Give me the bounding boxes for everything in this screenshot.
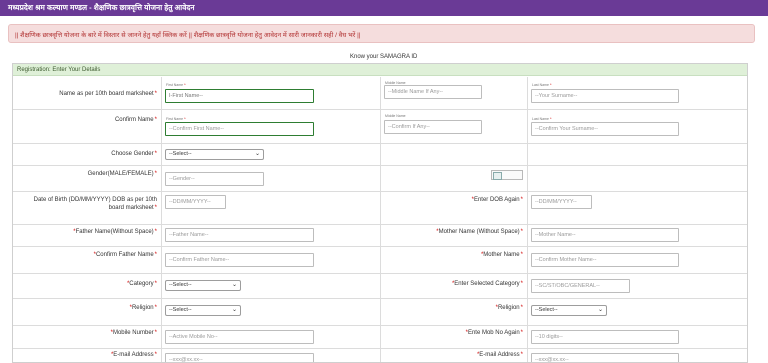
father-name-input[interactable]: --Father Name--: [165, 228, 314, 242]
header-bar: मध्यप्रदेश श्रम कल्याण मण्डल - शैक्षणिक …: [0, 0, 768, 16]
religion-again-select[interactable]: --Select-- ⌄: [531, 305, 607, 316]
confirm-name-label: Confirm Name*: [114, 117, 157, 123]
choose-gender-label: Choose Gender*: [111, 151, 157, 157]
confirm-father-input[interactable]: --Confirm Father Name--: [165, 253, 314, 267]
email-again-input[interactable]: --xxx@xx.xx--: [531, 353, 679, 362]
row-category: *Category* --Select-- ⌄ *Enter Selected C…: [13, 274, 747, 299]
chevron-down-icon: ⌄: [231, 307, 237, 313]
religion-label: *Religion*: [129, 305, 157, 311]
row-dob: Date of Birth (DD/MM/YYYY) DOB as per 10…: [13, 192, 747, 225]
confirm-mother-label: *Mother Name*: [480, 252, 523, 258]
mobile-again-label: *Ente Mob No Again*: [465, 330, 523, 336]
broken-image-icon: [491, 170, 523, 180]
gender-label: Gender(MALE/FEMALE)*: [87, 171, 157, 177]
selected-category-label: *Enter Selected Category*: [451, 281, 523, 287]
father-name-label: *Father Name(Without Space)*: [73, 229, 157, 235]
middle-name-input[interactable]: --Middle Name If Any--: [384, 85, 482, 99]
row-choose-gender: Choose Gender* --Select-- ⌄: [13, 144, 747, 166]
mobile-again-input[interactable]: --10 digits--: [531, 330, 679, 344]
notice-banner[interactable]: || शैक्षणिक छात्रवृत्ति योजना के बारे मे…: [8, 24, 755, 43]
row-confirm-father-mother: *Confirm Father Name* --Confirm Father N…: [13, 247, 747, 274]
mother-name-input[interactable]: --Mother Name--: [531, 228, 679, 242]
selected-category-input[interactable]: --SC/ST/OBC/GENERAL--: [531, 279, 630, 293]
religion-select[interactable]: --Select-- ⌄: [165, 305, 241, 316]
dob-label: Date of Birth (DD/MM/YYYY) DOB as per 10…: [33, 197, 157, 211]
email-label: *E-mail Address*: [110, 352, 157, 358]
row-name: Name as per 10th board marksheet* First …: [13, 77, 747, 110]
last-name-input[interactable]: --Your Surname--: [531, 89, 679, 103]
samagra-link[interactable]: Know your SAMAGRA ID: [350, 54, 417, 60]
row-gender: Gender(MALE/FEMALE)* --Gender--: [13, 166, 747, 192]
religion-again-label: *Religion*: [495, 305, 523, 311]
name-label: Name as per 10th board marksheet*: [59, 91, 157, 97]
first-name-caption: First Name*: [166, 82, 186, 87]
confirm-last-caption: Last Name*: [532, 116, 552, 121]
chevron-down-icon: ⌄: [231, 282, 237, 288]
confirm-father-label: *Confirm Father Name*: [93, 252, 157, 258]
form-heading-text: Registration: Enter Your Details: [17, 67, 101, 73]
chevron-down-icon: ⌄: [254, 151, 260, 157]
dob-input[interactable]: --DD/MM/YYYY--: [165, 195, 226, 209]
category-label: *Category*: [126, 281, 157, 287]
confirm-first-name-input[interactable]: --Confirm First Name--: [165, 122, 314, 136]
dob-again-label: *Enter DOB Again*: [471, 197, 523, 203]
confirm-last-name-input[interactable]: --Confirm Your Surname--: [531, 122, 679, 136]
email-again-label: *E-mail Address*: [476, 352, 523, 358]
last-name-caption: Last Name*: [532, 82, 552, 87]
row-email: *E-mail Address* --xxx@xx.xx-- *E-mail A…: [13, 349, 747, 362]
confirm-middle-caption: Middle Name: [385, 114, 406, 118]
chevron-down-icon: ⌄: [597, 307, 603, 313]
row-father-mother: *Father Name(Without Space)* --Father Na…: [13, 225, 747, 247]
form-heading: Registration: Enter Your Details: [13, 64, 747, 76]
row-confirm-name: Confirm Name* First Name* --Confirm Firs…: [13, 110, 747, 144]
email-input[interactable]: --xxx@xx.xx--: [165, 353, 314, 362]
notice-text[interactable]: || शैक्षणिक छात्रवृत्ति योजना के बारे मे…: [15, 30, 361, 39]
confirm-first-caption: First Name*: [166, 116, 186, 121]
mobile-label: *Mobile Number*: [110, 330, 157, 336]
registration-form: Registration: Enter Your Details Name as…: [12, 63, 748, 363]
category-select[interactable]: --Select-- ⌄: [165, 280, 241, 291]
first-name-input[interactable]: I-First Name--: [165, 89, 314, 103]
row-mobile: *Mobile Number* --Active Mobile No-- *En…: [13, 326, 747, 349]
gender-input[interactable]: --Gender--: [165, 172, 264, 186]
page-title: मध्यप्रदेश श्रम कल्याण मण्डल - शैक्षणिक …: [8, 3, 195, 12]
gender-select[interactable]: --Select-- ⌄: [165, 149, 264, 160]
dob-again-input[interactable]: --DD/MM/YYYY--: [531, 195, 592, 209]
confirm-mother-input[interactable]: --Confirm Mother Name--: [531, 253, 679, 267]
confirm-middle-name-input[interactable]: --Confirm If Any--: [384, 120, 482, 134]
row-religion: *Religion* --Select-- ⌄ *Religion* --Sele…: [13, 299, 747, 326]
mobile-input[interactable]: --Active Mobile No--: [165, 330, 314, 344]
mother-name-label: *Mother Name (Without Space)*: [436, 229, 523, 235]
